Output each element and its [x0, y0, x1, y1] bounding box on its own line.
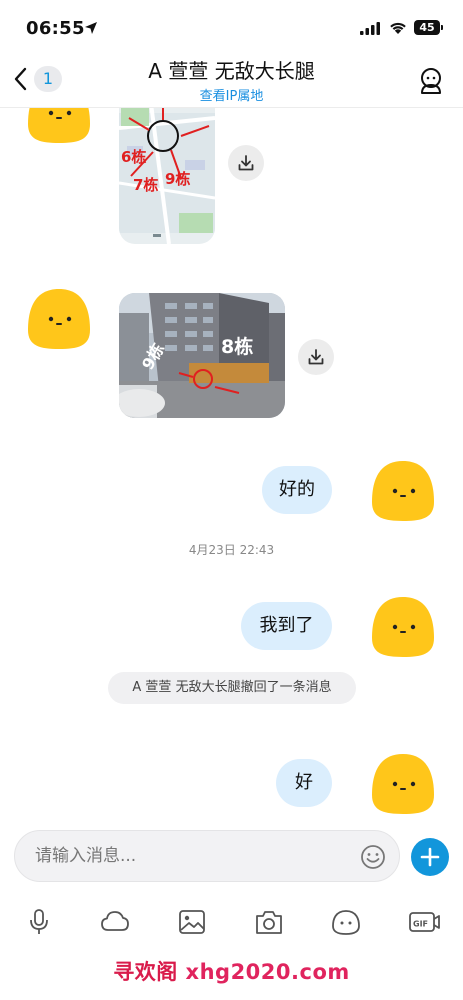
message-timestamp: 4月23日 22:43 — [188, 543, 275, 557]
composer-toolbar: GIF — [0, 900, 463, 944]
download-icon — [238, 155, 254, 171]
svg-text:9栋: 9栋 — [165, 170, 190, 188]
more-actions-button[interactable] — [411, 838, 449, 876]
image-message-map[interactable]: 6栋 7栋 9栋 — [119, 108, 215, 244]
watermark: 寻欢阁 xhg2020.com — [0, 956, 463, 986]
svg-text:8栋: 8栋 — [221, 335, 253, 358]
chat-header: 1 A 萱萱 无敌大长腿 查看IP属地 — [0, 54, 463, 108]
watermark-text-a: 寻欢阁 — [113, 960, 178, 984]
image-message-street[interactable]: 9栋 8栋 — [119, 293, 285, 418]
outgoing-message-bubble[interactable]: 我到了 — [241, 602, 332, 650]
profile-icon[interactable] — [416, 66, 446, 96]
outgoing-message-bubble[interactable]: 好 — [276, 759, 332, 807]
chat-title: A 萱萱 无敌大长腿 — [148, 59, 315, 83]
composer: 请输入消息... — [0, 830, 463, 886]
my-avatar[interactable] — [370, 458, 436, 524]
image-icon[interactable] — [177, 908, 207, 936]
download-button[interactable] — [228, 145, 264, 181]
camera-icon[interactable] — [254, 908, 284, 936]
mic-icon[interactable] — [24, 908, 54, 936]
my-avatar[interactable] — [370, 594, 436, 660]
svg-text:7栋: 7栋 — [133, 176, 158, 194]
download-button[interactable] — [298, 339, 334, 375]
plus-icon — [420, 847, 440, 867]
status-time: 06:55 — [26, 18, 85, 39]
battery-nub — [441, 25, 443, 30]
my-avatar[interactable] — [370, 751, 436, 817]
emoji-icon[interactable] — [360, 844, 386, 870]
wifi-icon — [390, 22, 406, 34]
watermark-text-b: xhg2020.com — [185, 960, 350, 984]
contact-avatar[interactable] — [26, 286, 92, 352]
street-photo-image: 9栋 8栋 — [119, 293, 285, 418]
status-bar: 06:55 45 — [0, 0, 463, 54]
battery-level: 45 — [414, 20, 440, 35]
message-list[interactable]: 6栋 7栋 9栋 9栋 8栋 好的 4月23日 22:43 我到了 A 萱萱 无… — [0, 108, 463, 830]
outgoing-message-bubble[interactable]: 好的 — [262, 466, 332, 514]
map-image: 6栋 7栋 9栋 — [119, 108, 215, 244]
gif-icon[interactable]: GIF — [408, 908, 440, 936]
message-input-placeholder: 请输入消息... — [35, 846, 137, 866]
download-icon — [308, 349, 324, 365]
svg-text:GIF: GIF — [413, 920, 428, 929]
cellular-signal-icon — [360, 22, 380, 35]
message-input[interactable]: 请输入消息... — [14, 830, 400, 882]
svg-text:6栋: 6栋 — [121, 148, 146, 166]
sticker-icon[interactable] — [331, 908, 361, 936]
recall-notice: A 萱萱 无敌大长腿撤回了一条消息 — [108, 672, 356, 704]
contact-avatar[interactable] — [26, 108, 92, 146]
location-arrow-icon — [85, 22, 97, 34]
ip-location-link[interactable]: 查看IP属地 — [0, 85, 463, 104]
cloud-icon[interactable] — [100, 908, 130, 936]
